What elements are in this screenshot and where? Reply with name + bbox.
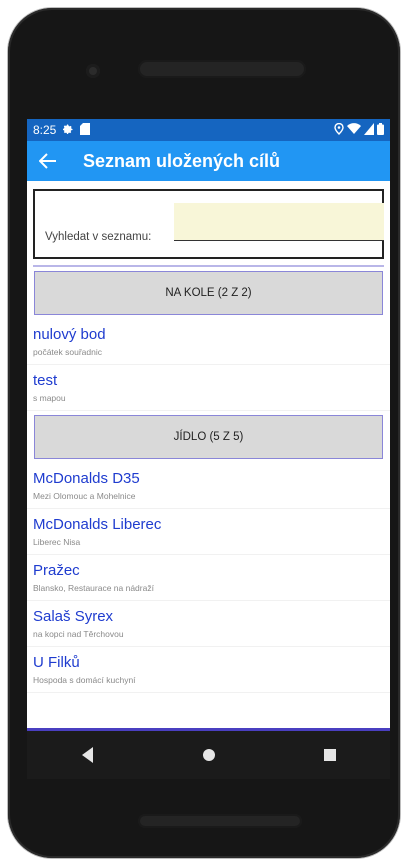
front-camera [86,64,100,78]
list-item[interactable]: nulový bod počátek souřadnic [27,319,390,365]
list-item[interactable]: McDonalds D35 Mezi Olomouc a Mohelnice [27,463,390,509]
bottom-speaker [138,814,302,828]
item-description: počátek souřadnic [33,347,102,357]
item-description: Liberec Nisa [33,537,81,547]
search-label: Vyhledat v seznamu: [45,231,152,243]
item-description: Blansko, Restaurace na nádraží [33,583,154,593]
group-header-jidlo[interactable]: JÍDLO (5 Z 5) [34,415,383,459]
item-name: McDonalds Liberec [33,516,162,533]
wifi-icon [347,122,361,138]
arrow-left-icon[interactable] [37,150,59,172]
search-box: Vyhledat v seznamu: [33,189,384,259]
recents-square-icon[interactable] [310,735,350,775]
gear-icon [62,123,74,138]
item-name: test [33,372,58,389]
item-description: Hospoda s domácí kuchyní [33,675,136,685]
battery-icon [377,122,384,138]
sd-card-icon [80,122,91,138]
item-name: Pražec [33,562,80,579]
top-speaker [138,60,306,78]
item-description: na kopci nad Těrchovou [33,629,124,639]
item-name: nulový bod [33,326,106,343]
app-bar: Seznam uložených cílů [27,141,390,181]
list-item[interactable]: Pražec Blansko, Restaurace na nádraží [27,555,390,601]
screen: 8:25 Seznam uložených cílů Vyhledat v se… [27,119,390,729]
status-time: 8:25 [33,123,57,137]
list-item[interactable]: Salaš Syrex na kopci nad Těrchovou [27,601,390,647]
divider [33,265,384,267]
page-title: Seznam uložených cílů [83,150,281,171]
list-item[interactable]: McDonalds Liberec Liberec Nisa [27,509,390,555]
status-bar: 8:25 [27,119,390,141]
item-name: Salaš Syrex [33,608,114,625]
navigation-bar [27,731,390,779]
group-header-na-kole[interactable]: NA KOLE (2 Z 2) [34,271,383,315]
item-description: s mapou [33,393,66,403]
home-circle-icon[interactable] [189,735,229,775]
list-item[interactable]: test s mapou [27,365,390,411]
location-icon [334,122,344,138]
search-input[interactable] [174,203,384,241]
item-description: Mezi Olomouc a Mohelnice [33,491,136,501]
list-item[interactable]: U Filků Hospoda s domácí kuchyní [27,647,390,693]
back-triangle-icon[interactable] [68,735,108,775]
item-name: U Filků [33,654,80,671]
signal-icon [364,122,374,138]
item-name: McDonalds D35 [33,470,140,487]
